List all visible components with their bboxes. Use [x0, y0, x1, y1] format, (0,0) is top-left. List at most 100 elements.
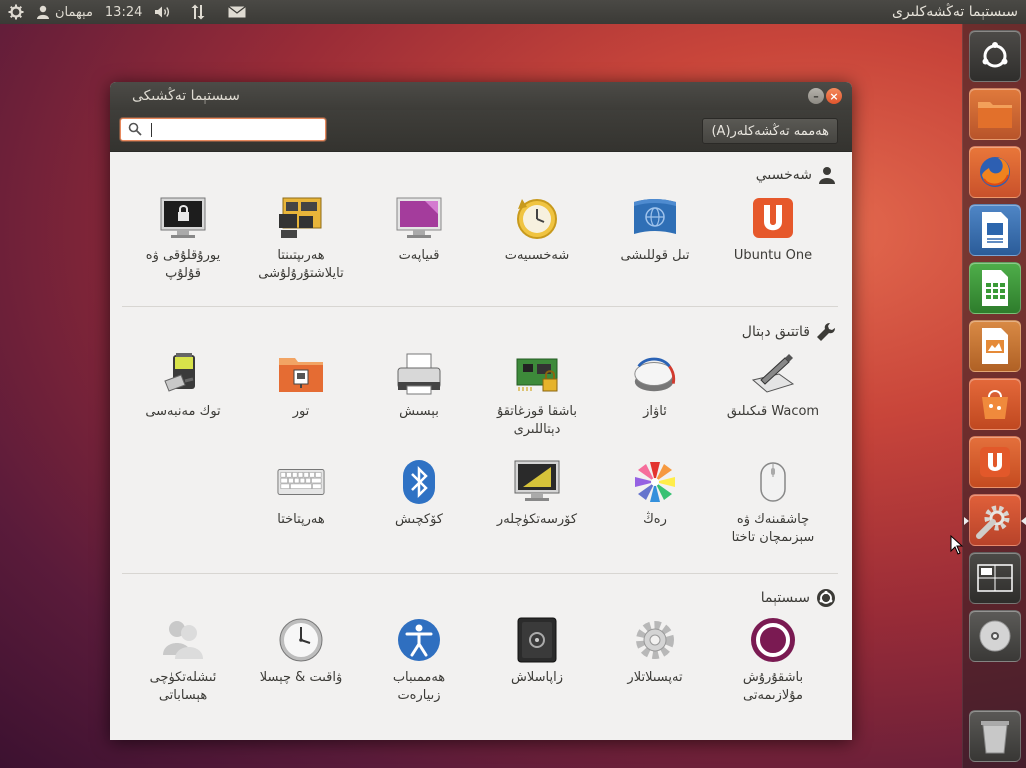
tile-network[interactable]: تور: [242, 350, 360, 421]
firefox-icon[interactable]: [969, 146, 1021, 198]
displays-icon: [513, 458, 561, 506]
printer-icon: [395, 350, 443, 398]
details-gear-icon: [631, 616, 679, 664]
tile-time-date[interactable]: ۋاقىت & چېسلا: [242, 616, 360, 687]
power-icon: [159, 350, 207, 398]
appearance-icon: [395, 194, 443, 242]
network-folder-icon: [277, 350, 325, 398]
active-app-title: سىستېما تەڭشەكلىرى: [892, 4, 1018, 20]
settings-content: شەخسىي Ubuntu One تىل قوللىشى شەخسىيەت ق…: [110, 152, 852, 740]
tile-power[interactable]: توك مەنبەسى: [124, 350, 242, 421]
clock[interactable]: 13:24: [99, 0, 148, 24]
tile-label: ئىشلەتكۈچى ھېساباتى: [149, 670, 217, 703]
files-folder-icon[interactable]: [969, 88, 1021, 140]
wrench-icon: [817, 323, 835, 341]
tile-language-support[interactable]: تىل قوللىشى: [596, 194, 714, 265]
tile-label: ھەممىباب زىيارەت: [392, 670, 446, 703]
system-settings-launcher-icon[interactable]: [964, 494, 1026, 546]
tile-keyboard[interactable]: ھەرپتاختا: [242, 458, 360, 529]
libreoffice-impress-icon[interactable]: [969, 320, 1021, 372]
tile-wacom-tablet[interactable]: Wacom قىكىلىق: [714, 350, 832, 421]
keyboard-icon: [277, 458, 325, 506]
network-icon[interactable]: [178, 0, 218, 24]
tile-color[interactable]: رەڭ: [596, 458, 714, 529]
mouse-pointer-icon: [950, 535, 964, 555]
tile-appearance[interactable]: قىياپەت: [360, 194, 478, 265]
tile-privacy[interactable]: شەخسىيەت: [478, 194, 596, 265]
dash-home-icon[interactable]: [969, 30, 1021, 82]
section-title: شەخسىي: [755, 167, 812, 183]
tile-keyboard-layout[interactable]: ھەرىپتىنتا تايلاشتۇرۇلۇشى: [242, 194, 360, 283]
section-system-header: سىستېما: [761, 588, 836, 608]
tile-label: باشقا قوزغاتقۇ دېتاللىرى: [496, 404, 578, 437]
close-button[interactable]: ×: [826, 88, 842, 104]
tile-label: ئاۋاز: [643, 404, 667, 419]
section-hardware-header: قاتتىق دېتال: [742, 322, 836, 342]
tile-management-service[interactable]: باشقۇرۇش مۇلازىمەتى: [714, 616, 832, 705]
language-support-icon: [631, 194, 679, 242]
universal-access-icon: [395, 616, 443, 664]
tile-bluetooth[interactable]: كۆكچىش: [360, 458, 478, 529]
minimize-button[interactable]: –: [808, 88, 824, 104]
tile-displays[interactable]: كۆرسەتكۈچلەر: [478, 458, 596, 529]
settings-gear-icon[interactable]: [0, 0, 30, 24]
workspace-switcher-icon[interactable]: [969, 552, 1021, 604]
user-accounts-icon: [159, 616, 207, 664]
tile-label: كۆرسەتكۈچلەر: [496, 512, 578, 527]
window-title: سىستېما تەڭشىكى: [132, 88, 240, 104]
launcher: [962, 24, 1026, 768]
window-titlebar[interactable]: سىستېما تەڭشىكى – ×: [110, 82, 852, 110]
ubuntu-one-icon: [749, 194, 797, 242]
clock-icon: [277, 616, 325, 664]
tile-label: ھەرىپتىنتا تايلاشتۇرۇلۇشى: [258, 248, 344, 281]
privacy-icon: [513, 194, 561, 242]
tile-label: توك مەنبەسى: [145, 404, 221, 419]
tile-backup[interactable]: زاپاسلاش: [478, 616, 596, 687]
tile-label: Wacom قىكىلىق: [726, 404, 820, 419]
user-menu[interactable]: مېھمان: [30, 0, 99, 24]
tile-brightness-lock[interactable]: يورۇقلۇقى ۋە قۇلۇپ: [124, 194, 242, 283]
cd-drive-icon[interactable]: [969, 610, 1021, 662]
text-caret: [151, 123, 152, 137]
tile-label: رەڭ: [643, 512, 667, 527]
active-pip-left: [964, 517, 969, 525]
backup-safe-icon: [513, 616, 561, 664]
mail-icon[interactable]: [218, 0, 256, 24]
ubuntu-one-launcher-icon[interactable]: [969, 436, 1021, 488]
tile-label: كۆكچىش: [395, 512, 443, 527]
trash-icon[interactable]: [969, 710, 1021, 762]
search-field[interactable]: [120, 118, 326, 141]
search-icon: [128, 122, 142, 136]
user-icon: [37, 5, 49, 19]
clock-text: 13:24: [104, 4, 143, 20]
tile-label: چاشقىنەك ۋە سېزىمچان تاختا: [731, 512, 815, 545]
libreoffice-calc-icon[interactable]: [969, 262, 1021, 314]
tile-label: تىل قوللىشى: [620, 248, 690, 263]
tile-label: ۋاقىت & چېسلا: [259, 670, 343, 685]
volume-icon[interactable]: [148, 0, 178, 24]
tile-sound[interactable]: ئاۋاز: [596, 350, 714, 421]
tile-universal-access[interactable]: ھەممىباب زىيارەت: [360, 616, 478, 705]
tile-additional-drivers[interactable]: باشقا قوزغاتقۇ دېتاللىرى: [478, 350, 596, 439]
section-title: قاتتىق دېتال: [741, 324, 810, 340]
sound-icon: [631, 350, 679, 398]
system-icon: [817, 589, 835, 607]
search-input[interactable]: [149, 121, 319, 138]
libreoffice-writer-icon[interactable]: [969, 204, 1021, 256]
tile-details[interactable]: تەپسىلاتلار: [596, 616, 714, 687]
section-title: سىستېما: [760, 590, 810, 606]
tile-mouse[interactable]: چاشقىنەك ۋە سېزىمچان تاختا: [714, 458, 832, 547]
tile-label: تەپسىلاتلار: [627, 670, 683, 685]
tile-user-accounts[interactable]: ئىشلەتكۈچى ھېساباتى: [124, 616, 242, 705]
active-pip-right: [1021, 517, 1026, 525]
tile-label: زاپاسلاش: [511, 670, 563, 685]
tile-label: بېسىش: [399, 404, 439, 419]
software-center-icon[interactable]: [969, 378, 1021, 430]
tile-ubuntu-one[interactable]: Ubuntu One: [714, 194, 832, 265]
all-settings-button[interactable]: ھەممە تەڭشەكلەر(A): [702, 118, 838, 144]
section-divider: [122, 573, 838, 574]
mouse-icon: [749, 458, 797, 506]
tile-label: شەخسىيەت: [504, 248, 570, 263]
tile-printer[interactable]: بېسىش: [360, 350, 478, 421]
additional-drivers-icon: [513, 350, 561, 398]
